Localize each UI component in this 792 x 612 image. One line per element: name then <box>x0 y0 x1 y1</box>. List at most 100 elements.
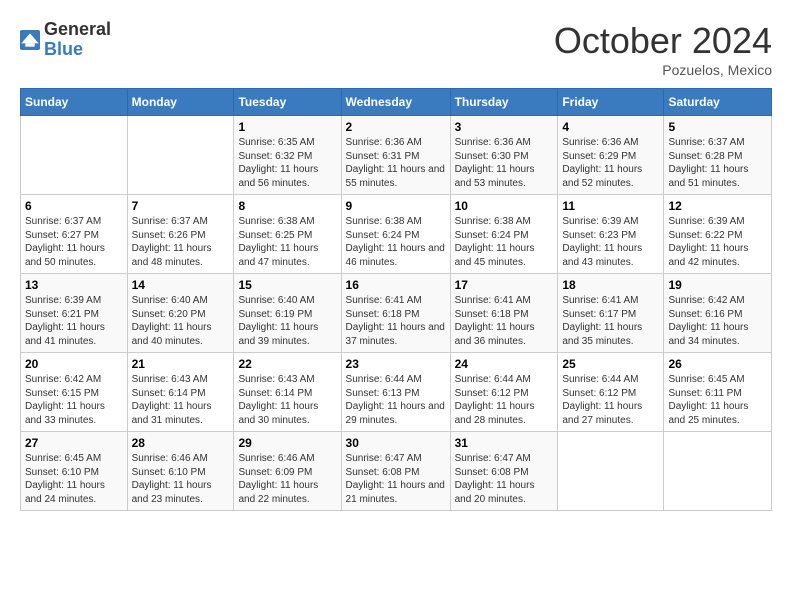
day-info: Sunrise: 6:43 AMSunset: 6:14 PMDaylight:… <box>132 373 230 427</box>
day-info: Sunrise: 6:38 AMSunset: 6:24 PMDaylight:… <box>346 215 446 269</box>
day-info: Sunrise: 6:35 AMSunset: 6:32 PMDaylight:… <box>238 136 336 190</box>
calendar-table: SundayMondayTuesdayWednesdayThursdayFrid… <box>20 88 772 511</box>
calendar-cell: 28Sunrise: 6:46 AMSunset: 6:10 PMDayligh… <box>127 432 234 511</box>
calendar-cell: 27 Sunrise: 6:45 AMSunset: 6:10 PMDayligh… <box>21 432 128 511</box>
page-header: General Blue October 2024 Pozuelos, Mexi… <box>20 20 772 78</box>
day-info: Sunrise: 6:45 AMSunset: 6:10 PMDaylight:… <box>25 452 123 506</box>
calendar-week-2: 6Sunrise: 6:37 AMSunset: 6:27 PMDaylight… <box>21 195 772 274</box>
calendar-cell: 30 Sunrise: 6:47 AMSunset: 6:08 PMDayligh… <box>341 432 450 511</box>
calendar-cell: 9 Sunrise: 6:38 AMSunset: 6:24 PMDaylight… <box>341 195 450 274</box>
calendar-cell: 1 Sunrise: 6:35 AMSunset: 6:32 PMDaylight… <box>234 116 341 195</box>
day-number: 5 <box>668 120 767 134</box>
day-number: 3 <box>455 120 554 134</box>
day-info: Sunrise: 6:39 AMSunset: 6:22 PMDaylight:… <box>668 215 767 269</box>
calendar-cell: 29 Sunrise: 6:46 AMSunset: 6:09 PMDayligh… <box>234 432 341 511</box>
title-block: October 2024 Pozuelos, Mexico <box>554 20 772 78</box>
day-info: Sunrise: 6:45 AMSunset: 6:11 PMDaylight:… <box>668 373 767 427</box>
day-info: Sunrise: 6:46 AMSunset: 6:09 PMDaylight:… <box>238 452 336 506</box>
day-number: 26 <box>668 357 767 371</box>
day-number: 17 <box>455 278 554 292</box>
day-info: Sunrise: 6:47 AMSunset: 6:08 PMDaylight:… <box>346 452 446 506</box>
calendar-cell: 21 Sunrise: 6:43 AMSunset: 6:14 PMDayligh… <box>127 353 234 432</box>
calendar-cell: 12 Sunrise: 6:39 AMSunset: 6:22 PMDayligh… <box>664 195 772 274</box>
calendar-cell: 15 Sunrise: 6:40 AMSunset: 6:19 PMDayligh… <box>234 274 341 353</box>
day-info: Sunrise: 6:42 AMSunset: 6:16 PMDaylight:… <box>668 294 767 348</box>
logo-blue-text: Blue <box>44 40 111 60</box>
day-number: 1 <box>238 120 336 134</box>
calendar-cell <box>664 432 772 511</box>
day-number: 12 <box>668 199 767 213</box>
day-number: 11 <box>562 199 659 213</box>
day-number: 16 <box>346 278 446 292</box>
day-info: Sunrise: 6:43 AMSunset: 6:14 PMDaylight:… <box>238 373 336 427</box>
day-info: Sunrise: 6:44 AMSunset: 6:12 PMDaylight:… <box>455 373 554 427</box>
day-header-sunday: Sunday <box>21 89 128 116</box>
day-number: 28 <box>132 436 230 450</box>
day-number: 2 <box>346 120 446 134</box>
calendar-cell: 19 Sunrise: 6:42 AMSunset: 6:16 PMDayligh… <box>664 274 772 353</box>
day-info: Sunrise: 6:37 AMSunset: 6:27 PMDaylight:… <box>25 215 123 269</box>
calendar-cell: 25 Sunrise: 6:44 AMSunset: 6:12 PMDayligh… <box>558 353 664 432</box>
calendar-cell: 22 Sunrise: 6:43 AMSunset: 6:14 PMDayligh… <box>234 353 341 432</box>
calendar-cell: 7 Sunrise: 6:37 AMSunset: 6:26 PMDaylight… <box>127 195 234 274</box>
calendar-cell: 24 Sunrise: 6:44 AMSunset: 6:12 PMDayligh… <box>450 353 558 432</box>
month-title: October 2024 <box>554 20 772 62</box>
calendar-cell <box>558 432 664 511</box>
day-header-monday: Monday <box>127 89 234 116</box>
day-header-friday: Friday <box>558 89 664 116</box>
day-info: Sunrise: 6:39 AMSunset: 6:23 PMDaylight:… <box>562 215 659 269</box>
calendar-cell: 18Sunrise: 6:41 AMSunset: 6:17 PMDayligh… <box>558 274 664 353</box>
calendar-cell: 31 Sunrise: 6:47 AMSunset: 6:08 PMDayligh… <box>450 432 558 511</box>
day-number: 13 <box>25 278 123 292</box>
logo: General Blue <box>20 20 111 60</box>
day-info: Sunrise: 6:38 AMSunset: 6:25 PMDaylight:… <box>238 215 336 269</box>
day-number: 25 <box>562 357 659 371</box>
day-number: 14 <box>132 278 230 292</box>
day-number: 10 <box>455 199 554 213</box>
day-number: 19 <box>668 278 767 292</box>
day-info: Sunrise: 6:47 AMSunset: 6:08 PMDaylight:… <box>455 452 554 506</box>
calendar-cell: 13 Sunrise: 6:39 AMSunset: 6:21 PMDayligh… <box>21 274 128 353</box>
logo-general-text: General <box>44 20 111 40</box>
calendar-cell: 16 Sunrise: 6:41 AMSunset: 6:18 PMDayligh… <box>341 274 450 353</box>
calendar-cell: 14Sunrise: 6:40 AMSunset: 6:20 PMDayligh… <box>127 274 234 353</box>
day-info: Sunrise: 6:37 AMSunset: 6:26 PMDaylight:… <box>132 215 230 269</box>
day-info: Sunrise: 6:40 AMSunset: 6:19 PMDaylight:… <box>238 294 336 348</box>
calendar-cell: 11 Sunrise: 6:39 AMSunset: 6:23 PMDayligh… <box>558 195 664 274</box>
day-info: Sunrise: 6:41 AMSunset: 6:18 PMDaylight:… <box>346 294 446 348</box>
day-info: Sunrise: 6:42 AMSunset: 6:15 PMDaylight:… <box>25 373 123 427</box>
day-number: 22 <box>238 357 336 371</box>
day-number: 9 <box>346 199 446 213</box>
day-number: 24 <box>455 357 554 371</box>
day-header-wednesday: Wednesday <box>341 89 450 116</box>
day-info: Sunrise: 6:36 AMSunset: 6:31 PMDaylight:… <box>346 136 446 190</box>
calendar-cell: 20 Sunrise: 6:42 AMSunset: 6:15 PMDayligh… <box>21 353 128 432</box>
calendar-week-3: 13 Sunrise: 6:39 AMSunset: 6:21 PMDayligh… <box>21 274 772 353</box>
day-info: Sunrise: 6:39 AMSunset: 6:21 PMDaylight:… <box>25 294 123 348</box>
day-number: 29 <box>238 436 336 450</box>
calendar-cell: 4Sunrise: 6:36 AMSunset: 6:29 PMDaylight… <box>558 116 664 195</box>
day-number: 18 <box>562 278 659 292</box>
day-number: 27 <box>25 436 123 450</box>
day-number: 20 <box>25 357 123 371</box>
day-info: Sunrise: 6:44 AMSunset: 6:12 PMDaylight:… <box>562 373 659 427</box>
day-info: Sunrise: 6:37 AMSunset: 6:28 PMDaylight:… <box>668 136 767 190</box>
day-info: Sunrise: 6:36 AMSunset: 6:30 PMDaylight:… <box>455 136 554 190</box>
day-number: 8 <box>238 199 336 213</box>
calendar-cell: 26 Sunrise: 6:45 AMSunset: 6:11 PMDayligh… <box>664 353 772 432</box>
day-number: 15 <box>238 278 336 292</box>
calendar-cell: 3 Sunrise: 6:36 AMSunset: 6:30 PMDaylight… <box>450 116 558 195</box>
calendar-cell: 17Sunrise: 6:41 AMSunset: 6:18 PMDayligh… <box>450 274 558 353</box>
day-info: Sunrise: 6:44 AMSunset: 6:13 PMDaylight:… <box>346 373 446 427</box>
calendar-cell: 8 Sunrise: 6:38 AMSunset: 6:25 PMDaylight… <box>234 195 341 274</box>
calendar-cell: 5 Sunrise: 6:37 AMSunset: 6:28 PMDaylight… <box>664 116 772 195</box>
day-info: Sunrise: 6:36 AMSunset: 6:29 PMDaylight:… <box>562 136 659 190</box>
day-number: 31 <box>455 436 554 450</box>
day-header-tuesday: Tuesday <box>234 89 341 116</box>
day-number: 30 <box>346 436 446 450</box>
day-info: Sunrise: 6:38 AMSunset: 6:24 PMDaylight:… <box>455 215 554 269</box>
day-number: 7 <box>132 199 230 213</box>
calendar-week-4: 20 Sunrise: 6:42 AMSunset: 6:15 PMDayligh… <box>21 353 772 432</box>
location-subtitle: Pozuelos, Mexico <box>554 62 772 78</box>
day-number: 21 <box>132 357 230 371</box>
